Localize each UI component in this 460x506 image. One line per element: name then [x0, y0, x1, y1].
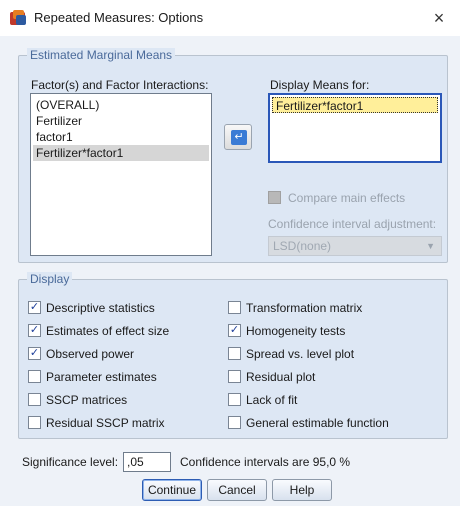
ci-adjustment-label: Confidence interval adjustment: [268, 217, 437, 231]
factors-listbox[interactable]: (OVERALL) Fertilizer factor1 Fertilizer*… [30, 93, 212, 256]
descriptive-statistics-label: Descriptive statistics [46, 301, 155, 315]
observed-power-checkbox[interactable]: ✓ [28, 347, 41, 360]
transformation-matrix-label: Transformation matrix [246, 301, 363, 315]
general-estimable-function-checkbox[interactable] [228, 416, 241, 429]
residual-sscp-label: Residual SSCP matrix [46, 416, 165, 430]
factor-item-fertilizer[interactable]: Fertilizer [33, 113, 82, 129]
help-button[interactable]: Help [272, 479, 332, 501]
homogeneity-tests-label: Homogeneity tests [246, 324, 346, 338]
residual-sscp-checkbox[interactable] [28, 416, 41, 429]
ci-adjustment-value: LSD(none) [273, 239, 332, 253]
cancel-button[interactable]: Cancel [207, 479, 267, 501]
close-icon[interactable]: × [424, 4, 454, 32]
options-dialog: Repeated Measures: Options × Estimated M… [0, 0, 460, 506]
spss-app-icon [10, 10, 26, 25]
significance-level-label: Significance level: [22, 455, 119, 469]
residual-plot-label: Residual plot [246, 370, 316, 384]
factors-label: Factor(s) and Factor Interactions: [31, 78, 209, 92]
window-title: Repeated Measures: Options [34, 10, 204, 25]
display-legend: Display [27, 272, 73, 286]
effect-size-label: Estimates of effect size [46, 324, 170, 338]
ci-adjustment-dropdown: LSD(none) ▼ [268, 236, 442, 256]
compare-main-effects-label: Compare main effects [288, 191, 406, 205]
parameter-estimates-label: Parameter estimates [46, 370, 157, 384]
display-means-label: Display Means for: [270, 78, 370, 92]
homogeneity-tests-checkbox[interactable]: ✓ [228, 324, 241, 337]
spread-level-plot-label: Spread vs. level plot [246, 347, 355, 361]
emm-legend: Estimated Marginal Means [27, 48, 176, 62]
residual-plot-checkbox[interactable] [228, 370, 241, 383]
move-to-display-button[interactable]: ↵ [224, 124, 252, 150]
effect-size-checkbox[interactable]: ✓ [28, 324, 41, 337]
factor-item-factor1[interactable]: factor1 [33, 129, 73, 145]
observed-power-label: Observed power [46, 347, 135, 361]
transformation-matrix-checkbox[interactable] [228, 301, 241, 314]
lack-of-fit-checkbox[interactable] [228, 393, 241, 406]
parameter-estimates-checkbox[interactable] [28, 370, 41, 383]
general-estimable-function-label: General estimable function [246, 416, 389, 430]
confidence-intervals-text: Confidence intervals are 95,0 % [180, 455, 351, 469]
continue-button[interactable]: Continue [142, 479, 202, 501]
sscp-matrices-checkbox[interactable] [28, 393, 41, 406]
title-bar: Repeated Measures: Options × [0, 0, 460, 36]
factor-item-overall[interactable]: (OVERALL) [33, 97, 99, 113]
factor-item-interaction[interactable]: Fertilizer*factor1 [33, 145, 209, 161]
chevron-down-icon: ▼ [426, 241, 435, 251]
arrow-left-icon: ↵ [231, 130, 247, 145]
lack-of-fit-label: Lack of fit [246, 393, 298, 407]
sscp-matrices-label: SSCP matrices [46, 393, 128, 407]
descriptive-statistics-checkbox[interactable]: ✓ [28, 301, 41, 314]
spread-level-plot-checkbox[interactable] [228, 347, 241, 360]
compare-main-effects-checkbox [268, 191, 281, 204]
significance-level-input[interactable]: ,05 [123, 452, 171, 472]
means-item-interaction[interactable]: Fertilizer*factor1 [272, 97, 438, 113]
display-means-listbox[interactable]: Fertilizer*factor1 [268, 93, 442, 163]
